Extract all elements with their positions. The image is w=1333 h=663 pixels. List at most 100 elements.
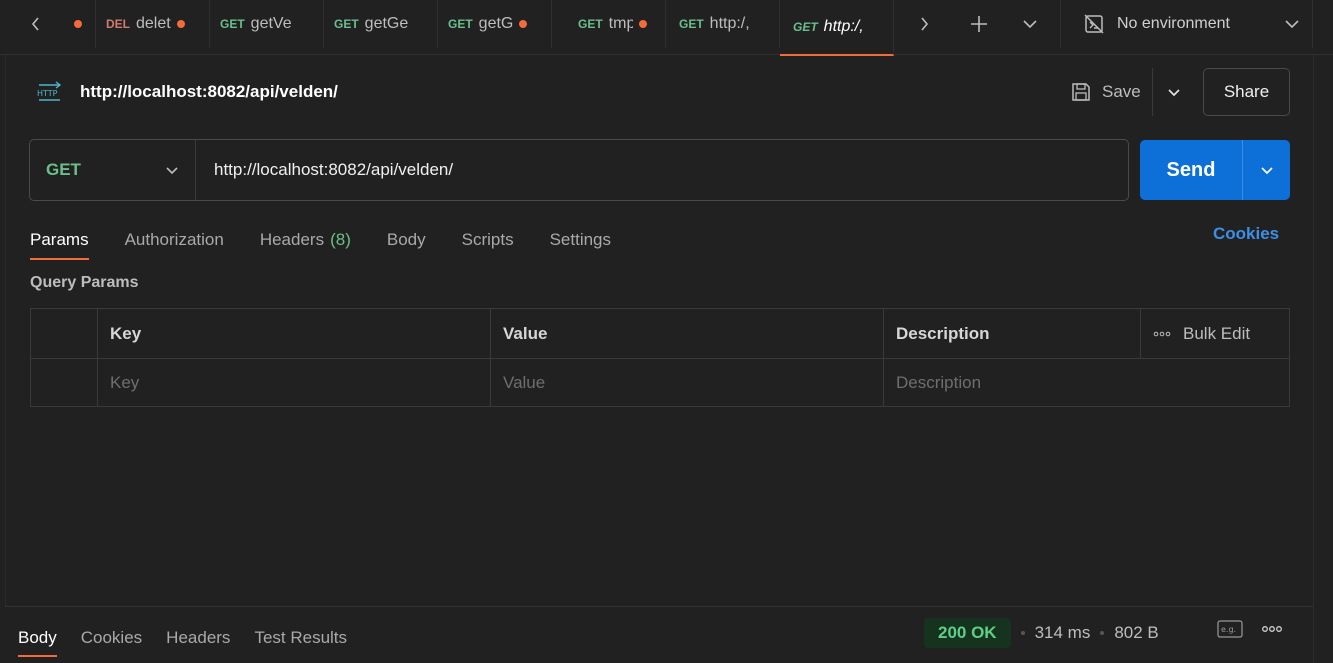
url-input[interactable]	[196, 140, 1128, 200]
save-label: Save	[1102, 82, 1141, 101]
headers-count-badge: (8)	[330, 230, 351, 249]
right-panel-divider	[1313, 55, 1314, 663]
key-column-header: Key	[98, 309, 491, 358]
tab-method: GET	[220, 17, 245, 31]
bulk-edit-label: Bulk Edit	[1183, 323, 1251, 343]
request-tab[interactable]: GET getG	[438, 0, 552, 48]
tab-name: getGe	[364, 15, 409, 32]
tab-method: GET	[334, 17, 359, 31]
param-description-input[interactable]	[896, 373, 1277, 393]
response-tab-body[interactable]: Body	[18, 619, 57, 657]
request-title[interactable]: http://localhost:8082/api/velden/	[80, 82, 338, 102]
new-tab-button[interactable]	[955, 0, 1003, 48]
share-button[interactable]: Share	[1203, 68, 1290, 116]
request-tab[interactable]: GET http:/,	[666, 0, 780, 48]
http-icon-text: HTTP	[37, 89, 58, 98]
table-row	[31, 358, 1289, 407]
request-tab-active[interactable]: GET http:/,	[780, 0, 894, 56]
value-column-header: Value	[491, 309, 884, 358]
table-header-row: Key Value Description Bulk Edit	[31, 309, 1289, 358]
tab-settings[interactable]: Settings	[550, 220, 611, 260]
chevron-down-icon	[1023, 20, 1037, 29]
separator-dot	[1100, 631, 1105, 635]
bulk-edit-button[interactable]: Bulk Edit	[1153, 324, 1250, 344]
tab-headers[interactable]: Headers (8)	[260, 220, 351, 260]
description-column-header: Description	[884, 309, 1141, 358]
no-environment-icon	[1084, 14, 1104, 34]
response-tab-cookies[interactable]: Cookies	[81, 619, 142, 657]
response-time[interactable]: 314 ms	[1035, 623, 1091, 643]
tab-list-dropdown-button[interactable]	[1006, 0, 1054, 48]
chevron-left-icon	[31, 17, 39, 31]
scroll-tabs-right-button[interactable]	[900, 0, 948, 48]
tab-name: http:/,	[823, 18, 864, 35]
request-tab[interactable]: GET getGe	[324, 0, 438, 48]
cookies-link[interactable]: Cookies	[1213, 224, 1279, 244]
save-icon	[1072, 83, 1090, 101]
checkbox-column-header	[31, 309, 98, 358]
http-request-icon: HTTP	[37, 81, 62, 101]
chevron-down-icon	[166, 166, 178, 174]
tab-headers-label: Headers	[259, 230, 325, 249]
chevron-down-icon	[1260, 166, 1273, 174]
request-tab[interactable]: DEL delet	[96, 0, 210, 48]
request-tab[interactable]	[60, 0, 96, 48]
request-tab[interactable]: GET tmp	[552, 0, 666, 48]
tab-method: GET	[679, 17, 704, 31]
response-tab-headers[interactable]: Headers	[166, 619, 230, 657]
unsaved-dot-icon	[638, 20, 647, 28]
response-size[interactable]: 802 B	[1114, 623, 1158, 643]
request-title-row: HTTP http://localhost:8082/api/velden/	[36, 78, 338, 106]
tab-name: tmp	[608, 15, 633, 32]
request-tab-bar: DEL delet GET getVe GET getGe GET getG G…	[0, 0, 1333, 56]
unsaved-dot-icon	[176, 20, 185, 28]
query-params-table: Key Value Description Bulk Edit	[30, 308, 1290, 407]
left-panel-divider	[5, 55, 6, 606]
url-bar: GET	[29, 139, 1129, 201]
method-value: GET	[46, 160, 81, 179]
param-value-input[interactable]	[503, 373, 871, 393]
tab-name: http:/,	[709, 15, 750, 32]
chevron-down-icon	[1285, 20, 1299, 29]
response-actions: e.g.	[1217, 619, 1283, 639]
tab-method: GET	[448, 17, 473, 31]
status-badge[interactable]: 200 OK	[924, 618, 1011, 648]
row-checkbox-cell	[31, 359, 98, 407]
environment-selector[interactable]: No environment	[1060, 0, 1313, 48]
tab-method: DEL	[106, 17, 130, 31]
send-button[interactable]: Send	[1140, 140, 1290, 200]
response-status: 200 OK 314 ms 802 B	[924, 617, 1159, 649]
response-tabs: Body Cookies Headers Test Results	[18, 619, 371, 657]
example-icon-text: e.g.	[1221, 625, 1236, 634]
chevron-right-icon	[921, 17, 929, 31]
tab-params[interactable]: Params	[30, 220, 89, 260]
scroll-tabs-left-button[interactable]	[12, 0, 60, 48]
send-options-button[interactable]	[1242, 140, 1290, 200]
tab-authorization[interactable]: Authorization	[125, 220, 224, 260]
param-key-input[interactable]	[110, 373, 478, 393]
send-label: Send	[1166, 158, 1216, 181]
environment-label: No environment	[1117, 15, 1230, 32]
unsaved-dot-icon	[74, 20, 82, 28]
tab-name: getG	[478, 15, 514, 32]
save-as-example-icon[interactable]: e.g.	[1217, 619, 1243, 639]
chevron-down-icon	[1167, 88, 1180, 96]
separator-dot	[1020, 631, 1025, 635]
query-params-heading: Query Params	[30, 274, 139, 291]
response-tab-test-results[interactable]: Test Results	[254, 619, 347, 657]
request-tab[interactable]: GET getVe	[210, 0, 324, 48]
tab-method: GET	[793, 20, 818, 34]
more-options-icon[interactable]	[1153, 331, 1171, 337]
save-button[interactable]: Save	[1062, 68, 1152, 116]
unsaved-dot-icon	[519, 20, 528, 28]
response-bar: Body Cookies Headers Test Results 200 OK…	[5, 606, 1313, 663]
request-tabs: Params Authorization Headers (8) Body Sc…	[30, 220, 647, 260]
tab-body[interactable]: Body	[387, 220, 426, 260]
tab-name: getVe	[250, 15, 292, 32]
table-actions: Bulk Edit	[1141, 309, 1289, 358]
more-options-icon[interactable]	[1261, 625, 1283, 633]
method-select[interactable]: GET	[30, 140, 196, 200]
tab-scripts[interactable]: Scripts	[462, 220, 514, 260]
save-options-button[interactable]	[1152, 68, 1194, 116]
tab-name: delet	[136, 15, 171, 32]
